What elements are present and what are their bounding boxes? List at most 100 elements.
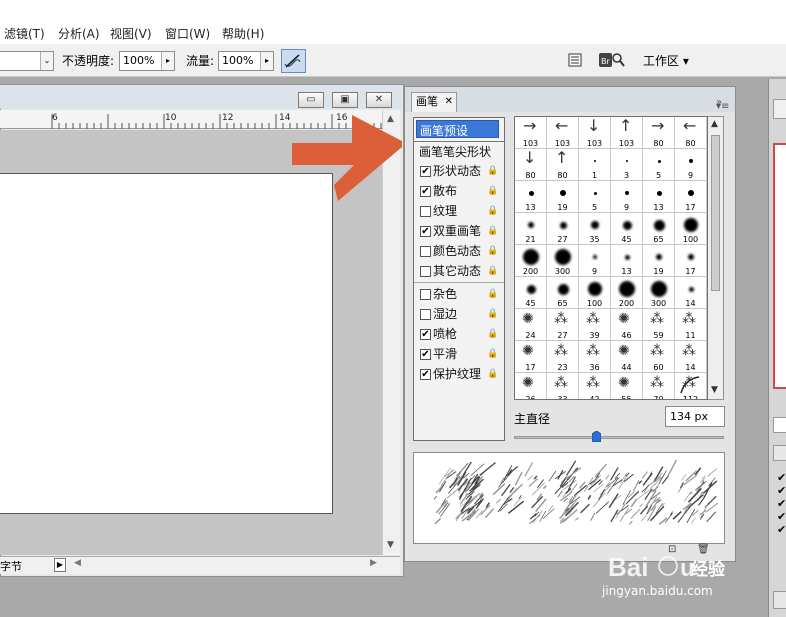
- lock-icon[interactable]: 🔒: [487, 329, 498, 339]
- lock-icon[interactable]: 🔒: [487, 166, 498, 176]
- brush-tip-grid[interactable]: → 103 ← 103 ↓ 103 ↑ 103 → 80 ← 80 ↓ 80 ↑ 80 1 3 5 9 13 19 5 9 13…: [514, 116, 708, 400]
- setting-label[interactable]: 其它动态: [433, 262, 481, 280]
- brush-tip-cell[interactable]: 5: [643, 149, 675, 181]
- setting-label[interactable]: 平滑: [433, 345, 457, 363]
- grid-scroll-thumb[interactable]: [711, 135, 720, 291]
- scroll-down-icon[interactable]: ▼: [387, 540, 394, 550]
- brush-tip-cell[interactable]: 200: [515, 245, 547, 277]
- brush-tip-cell[interactable]: 200: [611, 277, 643, 309]
- brush-tip-cell[interactable]: 65: [547, 277, 579, 309]
- tab-stub[interactable]: [773, 445, 786, 461]
- brush-tip-cell[interactable]: ⁂ 23: [547, 341, 579, 373]
- scroll-up-icon[interactable]: ▲: [711, 119, 718, 129]
- airbrush-toggle[interactable]: [281, 49, 306, 73]
- brush-tip-cell[interactable]: ✺ 17: [515, 341, 547, 373]
- setting-checkbox[interactable]: ✔: [420, 329, 431, 340]
- brush-tip-cell[interactable]: 65: [643, 213, 675, 245]
- scroll-right-icon[interactable]: ▶: [370, 558, 377, 568]
- palette-icon[interactable]: [567, 52, 584, 68]
- brush-tip-cell[interactable]: 21: [515, 213, 547, 245]
- menu-view[interactable]: 视图(V): [110, 25, 152, 42]
- diameter-slider-thumb[interactable]: [591, 430, 602, 443]
- scroll-down-icon[interactable]: ▼: [711, 385, 718, 395]
- brush-tip-cell[interactable]: ↓ 103: [579, 117, 611, 149]
- brush-tip-cell[interactable]: ⁂ 36: [579, 341, 611, 373]
- brush-tip-cell[interactable]: 3: [611, 149, 643, 181]
- setting-label[interactable]: 形状动态: [433, 162, 481, 180]
- play-arrow-icon[interactable]: ▸: [260, 52, 273, 70]
- setting-checkbox[interactable]: ✔: [420, 349, 431, 360]
- brush-tip-cell[interactable]: ⁂ 60: [643, 341, 675, 373]
- setting-label[interactable]: 杂色: [433, 285, 457, 303]
- lock-icon[interactable]: 🔒: [487, 289, 498, 299]
- lock-icon[interactable]: 🔒: [487, 226, 498, 236]
- brush-tip-cell[interactable]: ⁂ 33: [547, 373, 579, 399]
- brush-tip-cell[interactable]: 13: [643, 181, 675, 213]
- setting-label[interactable]: 保护纹理: [433, 365, 481, 383]
- setting-checkbox[interactable]: ✔: [420, 186, 431, 197]
- brush-tip-cell[interactable]: ← 80: [675, 117, 707, 149]
- lock-icon[interactable]: 🔒: [487, 369, 498, 379]
- lock-icon[interactable]: 🔒: [487, 349, 498, 359]
- setting-checkbox[interactable]: [420, 206, 431, 217]
- brush-tip-cell[interactable]: 100: [675, 213, 707, 245]
- lock-icon[interactable]: 🔒: [487, 246, 498, 256]
- status-menu-arrow[interactable]: ▶: [54, 558, 66, 572]
- diameter-slider-track[interactable]: [514, 436, 724, 439]
- flow-field[interactable]: 100% ▸: [218, 51, 274, 71]
- grid-scrollbar[interactable]: ▲ ▼: [708, 116, 724, 400]
- mode-dropdown[interactable]: ⌄: [0, 51, 54, 71]
- menu-help[interactable]: 帮助(H): [222, 25, 264, 42]
- brush-tip-cell[interactable]: ⁂ 11: [675, 309, 707, 341]
- brush-tip-cell[interactable]: ✺ 46: [611, 309, 643, 341]
- setting-label[interactable]: 喷枪: [433, 325, 457, 343]
- setting-label[interactable]: 散布: [433, 182, 457, 200]
- brush-tip-cell[interactable]: ⁂ 39: [579, 309, 611, 341]
- brush-tip-cell[interactable]: 45: [515, 277, 547, 309]
- brush-tip-cell[interactable]: 5: [579, 181, 611, 213]
- brush-tip-cell[interactable]: ⁂ 70: [643, 373, 675, 399]
- brush-tip-cell[interactable]: 300: [643, 277, 675, 309]
- brush-tip-cell[interactable]: → 80: [643, 117, 675, 149]
- panel-menu-icon[interactable]: ▾≡: [716, 101, 729, 112]
- tab-stub[interactable]: [773, 591, 786, 609]
- scroll-left-icon[interactable]: ◀: [74, 558, 81, 568]
- field-stub[interactable]: [773, 417, 786, 433]
- brush-tip-cell[interactable]: 100: [579, 277, 611, 309]
- menu-filter[interactable]: 滤镜(T): [4, 25, 45, 42]
- checkbox-stubs[interactable]: ✔ ✔ ✔ ✔ ✔: [777, 471, 786, 536]
- close-icon[interactable]: ✕: [445, 93, 453, 111]
- brush-tip-shape-item[interactable]: 画笔笔尖形状: [419, 143, 491, 161]
- brush-tip-cell[interactable]: 1: [579, 149, 611, 181]
- brush-tip-cell[interactable]: ⁂ 112: [675, 373, 707, 399]
- setting-checkbox[interactable]: ✔: [420, 226, 431, 237]
- brush-tip-cell[interactable]: ✺ 44: [611, 341, 643, 373]
- setting-checkbox[interactable]: [420, 309, 431, 320]
- play-arrow-icon[interactable]: ▸: [161, 52, 174, 70]
- menu-window[interactable]: 窗口(W): [165, 25, 210, 42]
- brush-tip-cell[interactable]: 13: [515, 181, 547, 213]
- brush-tip-cell[interactable]: ⁂ 27: [547, 309, 579, 341]
- lock-icon[interactable]: 🔒: [487, 309, 498, 319]
- brush-tip-cell[interactable]: 17: [675, 245, 707, 277]
- setting-checkbox[interactable]: ✔: [420, 369, 431, 380]
- brush-tip-cell[interactable]: ↑ 80: [547, 149, 579, 181]
- lock-icon[interactable]: 🔒: [487, 186, 498, 196]
- setting-label[interactable]: 湿边: [433, 305, 457, 323]
- brush-presets-item[interactable]: 画笔预设: [416, 120, 499, 138]
- document-canvas[interactable]: [0, 173, 333, 514]
- opacity-field[interactable]: 100% ▸: [119, 51, 175, 71]
- brush-tip-cell[interactable]: ⁂ 59: [643, 309, 675, 341]
- brush-tip-cell[interactable]: ← 103: [547, 117, 579, 149]
- setting-label[interactable]: 双重画笔: [433, 222, 481, 240]
- bridge-icon[interactable]: Br: [596, 49, 626, 71]
- brush-tip-cell[interactable]: 9: [611, 181, 643, 213]
- setting-label[interactable]: 纹理: [433, 202, 457, 220]
- setting-checkbox[interactable]: [420, 246, 431, 257]
- brush-tip-cell[interactable]: ⁂ 14: [675, 341, 707, 373]
- brush-tip-cell[interactable]: 19: [547, 181, 579, 213]
- diameter-field[interactable]: 134 px: [665, 406, 725, 427]
- brush-tip-cell[interactable]: 9: [675, 149, 707, 181]
- menu-analysis[interactable]: 分析(A): [58, 25, 100, 42]
- brush-tip-cell[interactable]: 27: [547, 213, 579, 245]
